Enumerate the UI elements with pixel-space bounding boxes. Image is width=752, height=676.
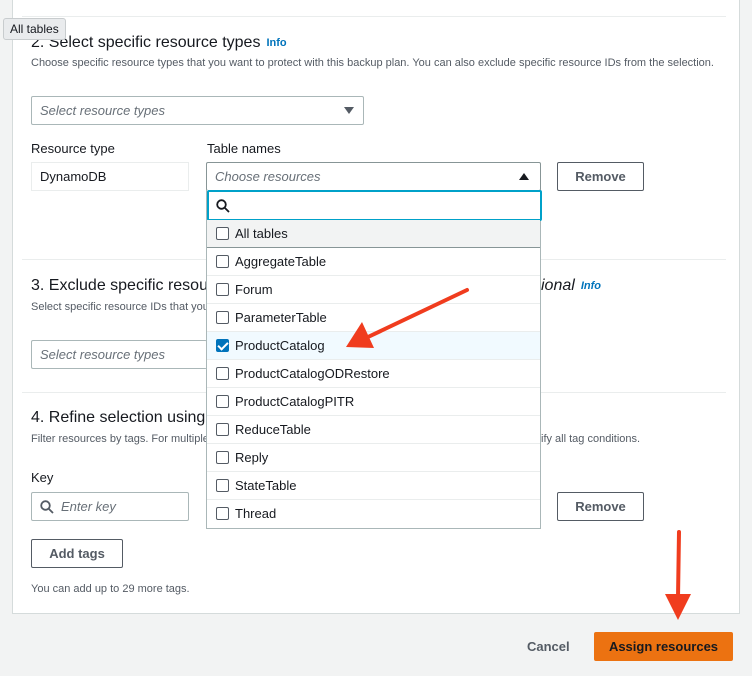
dropdown-option[interactable]: Reply — [207, 444, 540, 472]
dropdown-option[interactable]: Forum — [207, 276, 540, 304]
checkbox[interactable] — [216, 283, 229, 296]
dropdown-option[interactable]: ProductCatalogODRestore — [207, 360, 540, 388]
caret-down-icon — [344, 107, 354, 114]
checkbox[interactable] — [216, 507, 229, 520]
checkbox-checked[interactable] — [216, 339, 229, 352]
dropdown-option[interactable]: ParameterTable — [207, 304, 540, 332]
section-2-title: 2. Select specific resource types Info — [31, 34, 287, 52]
section-3-title-tail: ional Info — [541, 277, 601, 295]
checkbox[interactable] — [216, 255, 229, 268]
option-label: ReduceTable — [235, 422, 311, 437]
exclude-resource-types-select-placeholder: Select resource types — [40, 347, 166, 362]
key-label: Key — [31, 470, 54, 485]
section-divider — [22, 16, 726, 17]
resource-types-select[interactable]: Select resource types — [31, 96, 364, 125]
cancel-button[interactable]: Cancel — [527, 639, 570, 654]
section-4-description: Filter resources by tags. For multiple — [31, 433, 209, 445]
section-2-description: Choose specific resource types that you … — [31, 57, 714, 69]
option-label: ParameterTable — [235, 310, 327, 325]
checkbox[interactable] — [216, 451, 229, 464]
checkbox[interactable] — [216, 367, 229, 380]
resource-type-label: Resource type — [31, 141, 115, 156]
tooltip: All tables — [3, 18, 66, 40]
dropdown-search-input[interactable] — [207, 190, 542, 221]
remove-button[interactable]: Remove — [557, 162, 644, 191]
optional-label: ional — [541, 277, 575, 294]
resource-types-select-placeholder: Select resource types — [40, 103, 166, 118]
checkbox[interactable] — [216, 395, 229, 408]
section-4-description-tail: ify all tag conditions. — [541, 433, 641, 445]
checkbox[interactable] — [216, 479, 229, 492]
section-3-description: Select specific resource IDs that you — [31, 301, 209, 313]
caret-up-icon — [519, 173, 529, 180]
add-tags-button[interactable]: Add tags — [31, 539, 123, 568]
option-label: Thread — [235, 506, 277, 521]
dropdown-option[interactable]: ReduceTable — [207, 416, 540, 444]
dropdown-option[interactable]: ProductCatalogPITR — [207, 388, 540, 416]
info-link[interactable]: Info — [581, 280, 601, 292]
dropdown-option[interactable]: StateTable — [207, 472, 540, 500]
option-label: ProductCatalog — [235, 338, 325, 353]
assign-resources-button[interactable]: Assign resources — [594, 632, 733, 661]
option-label: AggregateTable — [235, 254, 327, 269]
dropdown-option-selected[interactable]: ProductCatalog — [207, 332, 540, 360]
resource-type-value: DynamoDB — [31, 162, 189, 191]
option-label: ProductCatalogPITR — [235, 394, 355, 409]
option-label: Reply — [235, 450, 269, 465]
search-icon — [216, 199, 230, 213]
remove-tag-button[interactable]: Remove — [557, 492, 644, 521]
dropdown-option[interactable]: AggregateTable — [207, 248, 540, 276]
checkbox[interactable] — [216, 227, 229, 240]
exclude-resource-types-select[interactable]: Select resource types — [31, 340, 207, 369]
checkbox[interactable] — [216, 423, 229, 436]
table-names-select[interactable]: Choose resources — [206, 162, 541, 191]
table-names-select-placeholder: Choose resources — [215, 169, 321, 184]
tags-remaining-note: You can add up to 29 more tags. — [31, 583, 190, 595]
option-label: StateTable — [235, 478, 297, 493]
search-icon — [40, 500, 54, 514]
tag-key-input-placeholder: Enter key — [61, 499, 116, 514]
info-link[interactable]: Info — [266, 37, 286, 49]
option-label: All tables — [235, 226, 288, 241]
table-names-dropdown: All tables AggregateTable Forum Paramete… — [206, 190, 542, 529]
section-4-title: 4. Refine selection using — [31, 409, 206, 426]
option-label: ProductCatalogODRestore — [235, 366, 390, 381]
option-label: Forum — [235, 282, 273, 297]
checkbox[interactable] — [216, 311, 229, 324]
table-names-label: Table names — [207, 141, 281, 156]
tag-key-input[interactable]: Enter key — [31, 492, 189, 521]
dropdown-option[interactable]: Thread — [207, 500, 540, 528]
dropdown-option-all-tables[interactable]: All tables — [207, 220, 540, 248]
section-3-title: 3. Exclude specific resou — [31, 277, 208, 294]
